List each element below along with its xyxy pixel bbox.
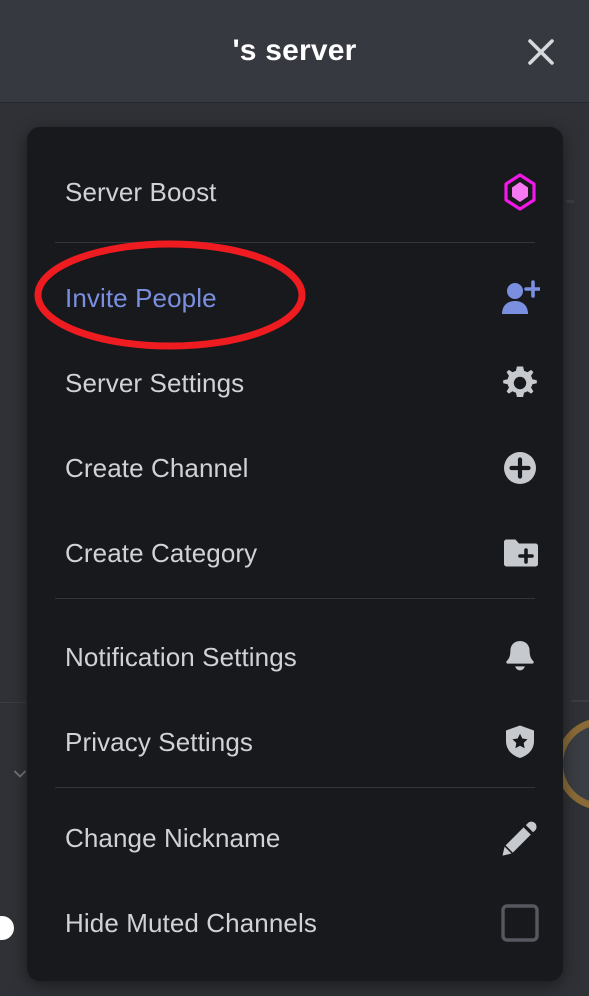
page-title: 's server [232, 34, 357, 67]
menu-item-create-channel[interactable]: Create Channel [27, 435, 563, 501]
menu-item-label: Server Settings [65, 367, 245, 398]
checkbox-unchecked-icon[interactable] [499, 902, 541, 944]
menu-item-hide-muted-channels[interactable]: Hide Muted Channels [27, 890, 563, 956]
gear-icon [499, 362, 541, 404]
menu-item-create-category[interactable]: Create Category [27, 520, 563, 586]
menu-divider [55, 598, 535, 599]
menu-item-label: Create Category [65, 537, 258, 568]
server-menu-sheet: Server Boost Invite People Server Settin… [27, 127, 563, 981]
pencil-icon [499, 817, 541, 859]
plus-circle-icon [499, 447, 541, 489]
menu-item-invite-people[interactable]: Invite People [27, 265, 563, 331]
menu-item-label: Notification Settings [65, 641, 297, 672]
menu-item-notification-settings[interactable]: Notification Settings [27, 624, 563, 690]
close-button[interactable] [519, 30, 563, 74]
screen-root: 's server Server Boost Invite People Ser… [0, 0, 589, 996]
menu-item-label: Create Channel [65, 452, 249, 483]
menu-item-server-boost[interactable]: Server Boost [27, 159, 563, 225]
background-right-strip [571, 104, 589, 996]
background-tick-mark [566, 200, 574, 203]
menu-divider [55, 242, 535, 243]
close-icon [528, 39, 554, 65]
shield-star-icon [499, 721, 541, 763]
menu-item-label: Invite People [65, 282, 217, 313]
menu-item-change-nickname[interactable]: Change Nickname [27, 805, 563, 871]
bell-icon [499, 636, 541, 678]
sheet-header: 's server [0, 0, 589, 103]
menu-item-label: Privacy Settings [65, 726, 254, 757]
menu-item-label: Server Boost [65, 176, 217, 207]
folder-plus-icon [499, 532, 541, 574]
menu-item-label: Hide Muted Channels [65, 907, 317, 938]
menu-item-privacy-settings[interactable]: Privacy Settings [27, 709, 563, 775]
boost-gem-icon [499, 171, 541, 213]
chevron-down-icon[interactable] [12, 766, 28, 782]
background-left-sidebar [0, 104, 26, 996]
background-right-divider [571, 700, 589, 702]
menu-divider [55, 787, 535, 788]
background-left-divider [0, 702, 26, 703]
menu-item-server-settings[interactable]: Server Settings [27, 350, 563, 416]
menu-item-label: Change Nickname [65, 822, 281, 853]
person-add-icon [499, 277, 541, 319]
